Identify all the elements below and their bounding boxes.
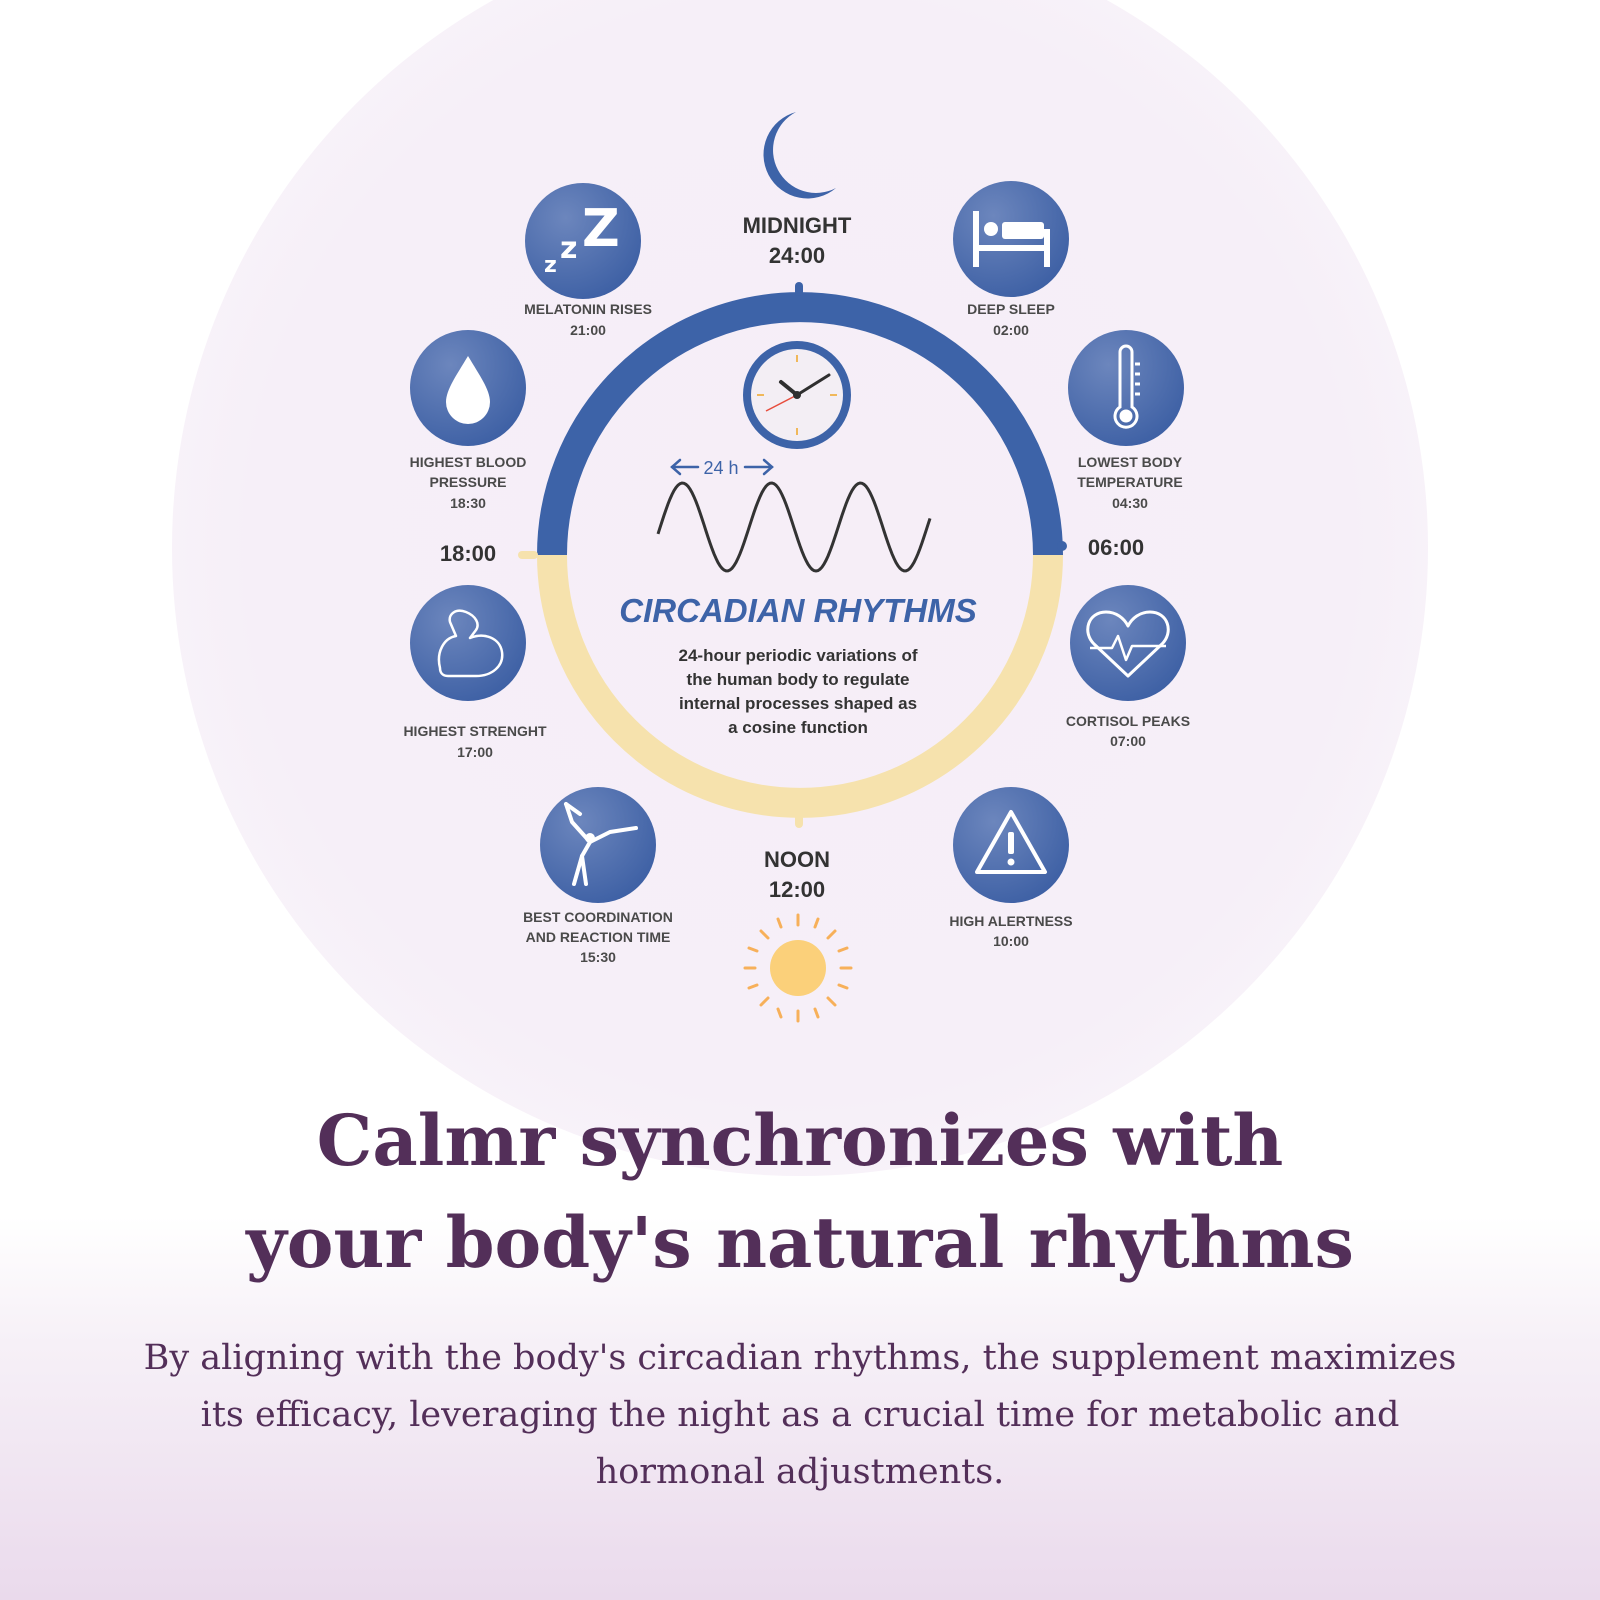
center-desc-line-4: a cosine function [728,718,868,737]
event-blood-pressure: HIGHEST BLOOD PRESSURE 18:30 [410,330,527,511]
svg-text:02:00: 02:00 [993,322,1029,338]
svg-text:07:00: 07:00 [1110,733,1146,749]
event-coordination: BEST COORDINATION AND REACTION TIME 15:3… [523,787,673,965]
circadian-diagram: MIDNIGHT 24:00 NOON 12:00 18:00 06:00 24… [403,112,1190,1023]
headline-line-2: your body's natural rhythms [246,1201,1354,1284]
noon-label: NOON [764,847,830,872]
svg-text:04:30: 04:30 [1112,495,1148,511]
morning-time: 06:00 [1088,535,1144,560]
cosine-wave [656,481,932,573]
body-line-3: hormonal adjustments. [595,1452,1005,1492]
svg-text:HIGHEST STRENGHT: HIGHEST STRENGHT [403,723,547,739]
svg-text:DEEP SLEEP: DEEP SLEEP [967,301,1055,317]
icon-circle [410,585,526,701]
center-desc-line-2: the human body to regulate [687,670,910,689]
svg-text:Z: Z [582,199,620,259]
left-tick [518,551,538,559]
event-cortisol: CORTISOL PEAKS 07:00 [1066,585,1190,749]
svg-text:BEST COORDINATION: BEST COORDINATION [523,909,673,925]
event-melatonin: z z Z MELATONIN RISES 21:00 [524,183,652,338]
event-deep-sleep: DEEP SLEEP 02:00 [953,181,1069,338]
period-label: 24 h [703,458,738,478]
svg-text:PRESSURE: PRESSURE [429,474,506,490]
noon-tick [795,814,803,828]
event-body-temp: LOWEST BODY TEMPERATURE 04:30 [1068,330,1184,511]
sun-icon [743,913,853,1023]
svg-text:z: z [560,231,577,266]
icon-circle [540,787,656,903]
svg-text:CORTISOL PEAKS: CORTISOL PEAKS [1066,713,1190,729]
svg-text:TEMPERATURE: TEMPERATURE [1077,474,1183,490]
event-alertness: HIGH ALERTNESS 10:00 [949,787,1073,949]
center-desc-line-1: 24-hour periodic variations of [679,646,918,665]
svg-text:HIGH ALERTNESS: HIGH ALERTNESS [949,913,1072,929]
headline: Calmr synchronizes with your body's natu… [0,1090,1600,1294]
body-paragraph: By aligning with the body's circadian rh… [110,1330,1490,1501]
event-strength: HIGHEST STRENGHT 17:00 [403,585,547,760]
svg-text:18:30: 18:30 [450,495,486,511]
midnight-label: MIDNIGHT [743,213,852,238]
clock-icon [743,341,851,449]
body-line-2: its efficacy, leveraging the night as a … [200,1395,1400,1435]
svg-text:HIGHEST BLOOD: HIGHEST BLOOD [410,454,527,470]
svg-text:MELATONIN RISES: MELATONIN RISES [524,301,652,317]
svg-text:15:30: 15:30 [580,949,616,965]
midnight-tick [795,282,803,296]
svg-text:17:00: 17:00 [457,744,493,760]
svg-text:z: z [544,253,557,278]
svg-text:LOWEST BODY: LOWEST BODY [1078,454,1183,470]
midnight-time: 24:00 [769,243,825,268]
noon-time: 12:00 [769,877,825,902]
svg-text:10:00: 10:00 [993,933,1029,949]
moon-icon [763,112,836,199]
svg-text:AND REACTION TIME: AND REACTION TIME [526,929,671,945]
evening-time: 18:00 [440,541,496,566]
icon-circle [1070,585,1186,701]
center-title: CIRCADIAN RHYTHMS [619,592,977,629]
svg-text:21:00: 21:00 [570,322,606,338]
right-tick [1057,541,1067,551]
body-line-1: By aligning with the body's circadian rh… [143,1338,1457,1378]
center-desc-line-3: internal processes shaped as [679,694,917,713]
headline-line-1: Calmr synchronizes with [316,1099,1284,1182]
